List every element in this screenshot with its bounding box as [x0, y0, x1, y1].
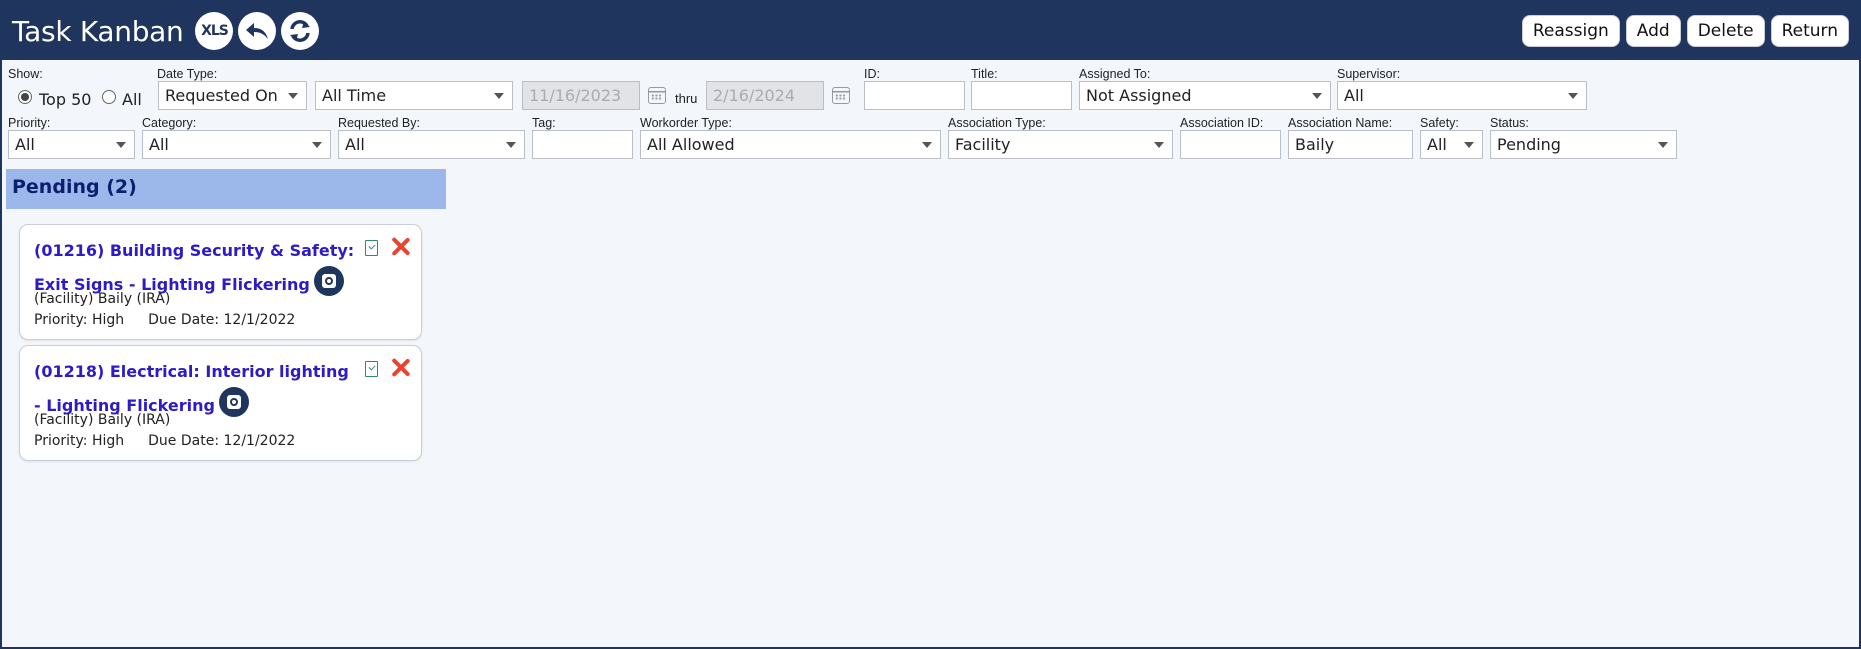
association-id-input[interactable]: [1180, 130, 1281, 159]
refresh-svg: [290, 20, 311, 42]
close-icon[interactable]: [390, 357, 410, 377]
task-card-title-text: (01218) Electrical: Interior lighting - …: [34, 362, 349, 415]
safety-label: Safety:: [1420, 116, 1459, 130]
page-title: Task Kanban: [12, 14, 184, 48]
association-type-select[interactable]: Facility: [948, 130, 1173, 159]
reassign-button[interactable]: Reassign: [1521, 15, 1620, 47]
task-card-association: (Facility) Baily (IRA): [34, 291, 171, 307]
delete-button[interactable]: Delete: [1686, 15, 1765, 47]
xls-label: XLS: [201, 23, 229, 39]
date-type-value: Requested On: [165, 86, 278, 105]
status-select[interactable]: Pending: [1490, 130, 1677, 159]
column-title: Pending (2): [12, 176, 137, 198]
date-to-value: 2/16/2024: [713, 86, 796, 105]
workorder-type-label: Workorder Type:: [640, 116, 732, 130]
show-label: Show:: [8, 67, 43, 81]
status-label: Status:: [1490, 116, 1529, 130]
category-value: All: [149, 135, 169, 154]
chevron-down-icon: [1658, 142, 1668, 148]
app-header: Task Kanban XLS Reassign Add Delete Retu…: [2, 2, 1859, 60]
chevron-down-icon: [288, 93, 298, 99]
task-card-priority: Priority: High: [34, 433, 125, 449]
task-card-due-date: Due Date: 12/1/2022: [148, 312, 296, 328]
tag-input[interactable]: [532, 130, 633, 159]
title-filter-label: Title:: [971, 67, 998, 81]
camera-icon[interactable]: [218, 386, 249, 417]
task-card[interactable]: (01216) Building Security & Safety: Exit…: [19, 224, 422, 340]
task-card-association: (Facility) Baily (IRA): [34, 412, 171, 428]
date-type-label: Date Type:: [157, 67, 218, 81]
supervisor-value: All: [1344, 86, 1364, 105]
category-select[interactable]: All: [142, 130, 331, 159]
workorder-type-select[interactable]: All Allowed: [640, 130, 941, 159]
calendar-icon[interactable]: [648, 87, 666, 104]
workorder-type-value: All Allowed: [647, 135, 735, 154]
show-all-radio[interactable]: [102, 90, 116, 104]
status-value: Pending: [1497, 135, 1561, 154]
date-range-select[interactable]: All Time: [315, 81, 513, 110]
priority-label: Priority:: [8, 116, 51, 130]
chevron-down-icon: [922, 142, 932, 148]
show-top50-label: Top 50: [39, 90, 92, 109]
header-actions: Reassign Add Delete Return: [1521, 15, 1849, 47]
chevron-down-icon: [1464, 142, 1474, 148]
chevron-down-icon: [1312, 93, 1322, 99]
camera-icon[interactable]: [313, 265, 344, 296]
date-to-input[interactable]: 2/16/2024: [706, 81, 824, 110]
chevron-down-icon: [494, 93, 504, 99]
requested-by-select[interactable]: All: [338, 130, 525, 159]
supervisor-select[interactable]: All: [1337, 81, 1587, 110]
add-button[interactable]: Add: [1625, 15, 1681, 47]
association-name-label: Association Name:: [1288, 116, 1393, 130]
assigned-to-value: Not Assigned: [1086, 86, 1192, 105]
safety-value: All: [1427, 135, 1447, 154]
assigned-to-label: Assigned To:: [1079, 67, 1151, 81]
show-all-label: All: [122, 90, 142, 109]
chevron-down-icon: [1154, 142, 1164, 148]
task-card-priority: Priority: High: [34, 312, 125, 328]
chevron-down-icon: [1568, 93, 1578, 99]
kanban-column-header: Pending (2): [6, 169, 446, 209]
association-name-value: Baily: [1295, 135, 1335, 154]
date-type-select[interactable]: Requested On: [158, 81, 307, 110]
chevron-down-icon: [116, 142, 126, 148]
task-card-meta: Priority: High Due Date: 12/1/2022: [34, 312, 295, 328]
requested-by-label: Requested By:: [338, 116, 420, 130]
task-card-meta: Priority: High Due Date: 12/1/2022: [34, 433, 295, 449]
document-check-icon[interactable]: [365, 361, 378, 377]
date-from-value: 11/16/2023: [529, 86, 622, 105]
return-button[interactable]: Return: [1770, 15, 1849, 47]
xls-export-icon[interactable]: XLS: [195, 12, 234, 50]
priority-select[interactable]: All: [8, 130, 135, 159]
refresh-icon[interactable]: [281, 12, 320, 50]
close-icon[interactable]: [390, 236, 410, 256]
association-type-value: Facility: [955, 135, 1011, 154]
task-card-due-date: Due Date: 12/1/2022: [148, 433, 296, 449]
tag-label: Tag:: [532, 116, 556, 130]
calendar-icon[interactable]: [832, 87, 850, 104]
category-label: Category:: [142, 116, 197, 130]
association-id-label: Association ID:: [1180, 116, 1264, 130]
task-card-title-text: (01216) Building Security & Safety: Exit…: [34, 241, 355, 294]
supervisor-label: Supervisor:: [1337, 67, 1401, 81]
priority-value: All: [15, 135, 35, 154]
date-range-value: All Time: [322, 86, 387, 105]
safety-select[interactable]: All: [1420, 130, 1483, 159]
association-name-input[interactable]: Baily: [1288, 130, 1413, 159]
id-input[interactable]: [864, 81, 965, 110]
thru-label: thru: [675, 91, 698, 106]
id-label: ID:: [864, 67, 880, 81]
show-top50-radio[interactable]: [18, 90, 32, 104]
chevron-down-icon: [506, 142, 516, 148]
task-card[interactable]: (01218) Electrical: Interior lighting - …: [19, 345, 422, 461]
title-input[interactable]: [971, 81, 1072, 110]
date-from-input[interactable]: 11/16/2023: [522, 81, 640, 110]
requested-by-value: All: [345, 135, 365, 154]
back-arrow-svg: [246, 23, 269, 39]
back-arrow-icon[interactable]: [238, 12, 277, 50]
document-check-icon[interactable]: [365, 240, 378, 256]
association-type-label: Association Type:: [948, 116, 1046, 130]
chevron-down-icon: [312, 142, 322, 148]
assigned-to-select[interactable]: Not Assigned: [1079, 81, 1331, 110]
